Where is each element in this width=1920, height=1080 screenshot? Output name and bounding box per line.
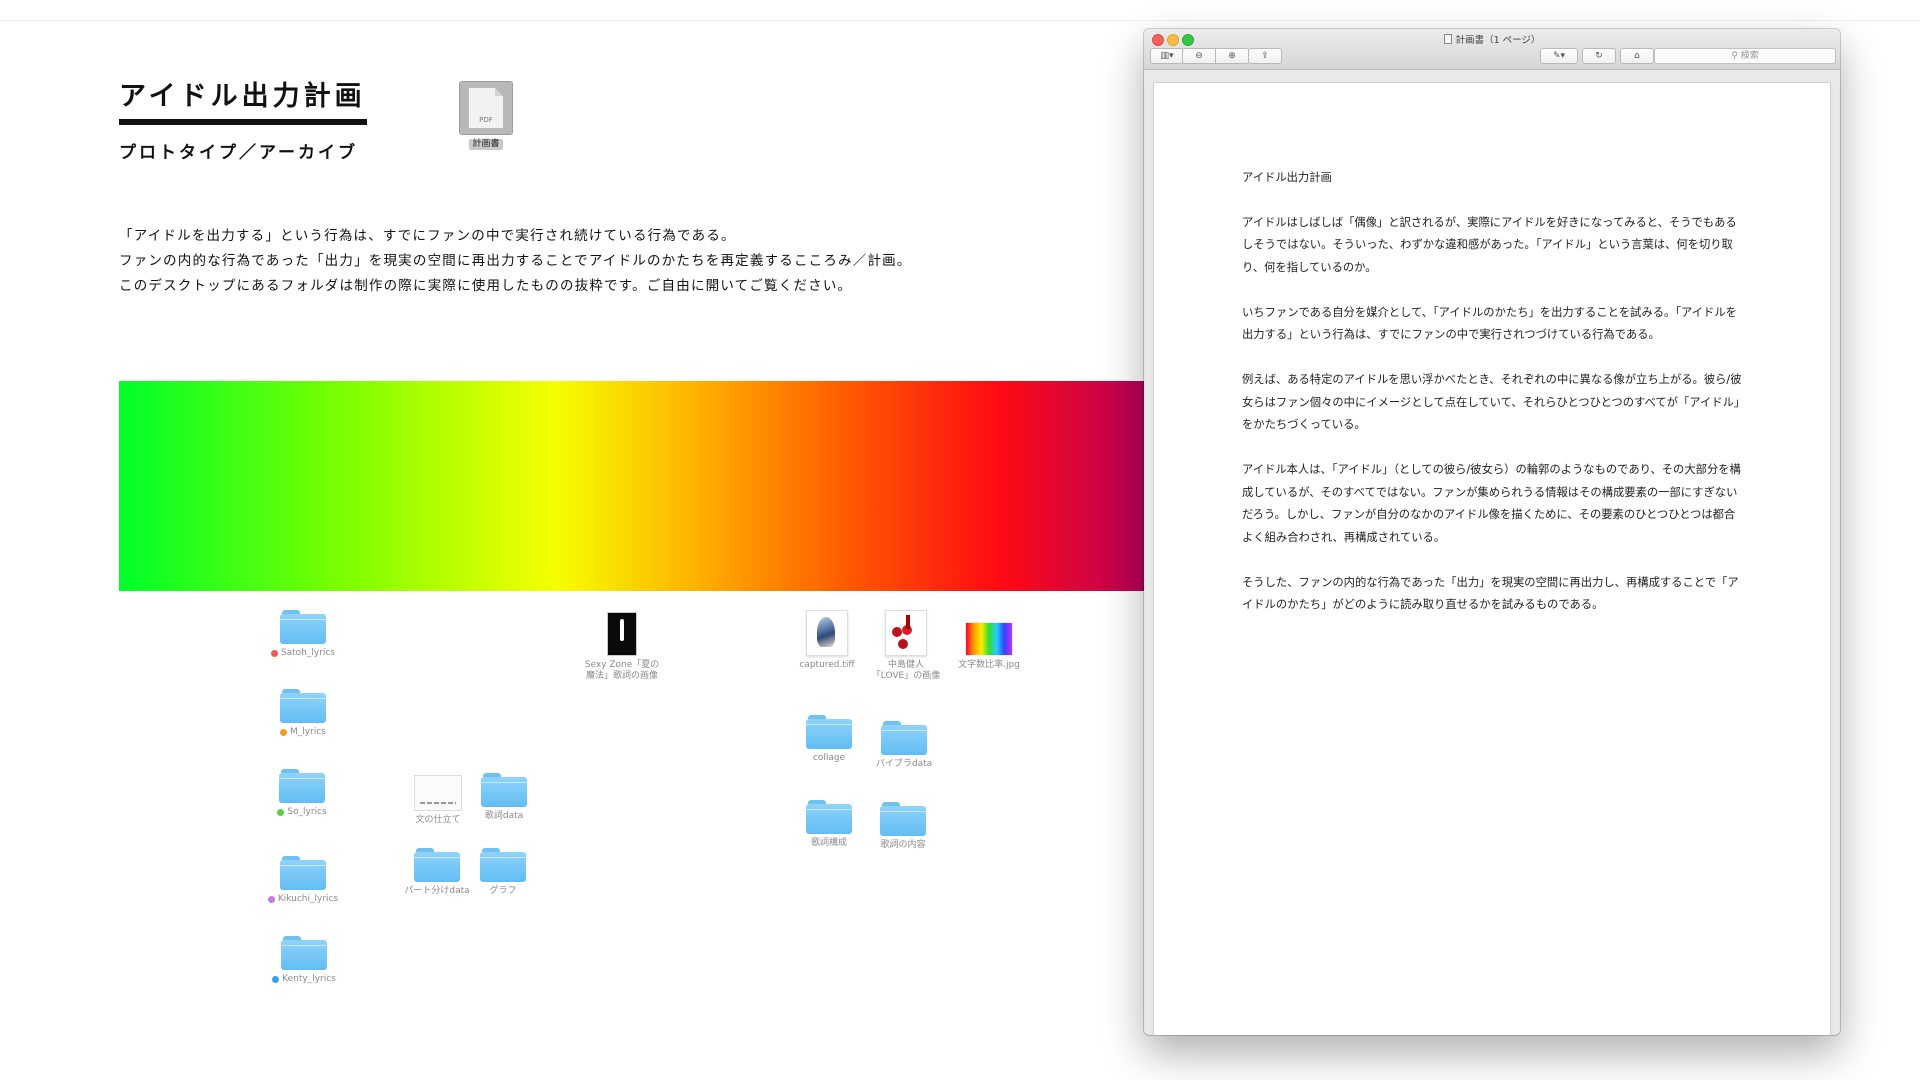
folder-label: collage — [812, 753, 846, 763]
file-label: 中島健人 「LOVE」の画像 — [871, 660, 941, 681]
search-icon: ⚲ — [1731, 51, 1741, 61]
folder-lyrics-content[interactable]: 歌詞の内容 — [855, 802, 951, 851]
folder-label: Kikuchi_lyrics — [277, 894, 339, 904]
folder-icon — [880, 802, 926, 836]
pdf-page[interactable]: アイドル出力計画 アイドルはしばしば「偶像」と訳されるが、実際にアイドルを好きに… — [1154, 83, 1830, 1035]
pdf-document-icon: PDF — [459, 81, 513, 135]
document-paragraph: そうした、ファンの内的な行為であった「出力」を現実の空間に再出力し、再構成するこ… — [1242, 575, 1739, 612]
document-paragraph: アイドル本人は、「アイドル」（としての彼ら/彼女ら）の輪郭のようなものであり、そ… — [1242, 463, 1741, 544]
toolbox-button[interactable]: ⌂ — [1620, 48, 1654, 64]
sidebar-toggle-button[interactable]: ▥▾ — [1150, 48, 1184, 64]
intro-text: 「アイドルを出力する」という行為は、すでにファンの中で実行され続けている行為であ… — [119, 224, 912, 299]
folder-m-lyrics[interactable]: M_lyrics — [255, 689, 351, 738]
folder-lyrics-data[interactable]: 歌詞data — [456, 773, 552, 822]
search-input[interactable]: ⚲ 検索 — [1654, 48, 1836, 64]
folder-icon — [806, 715, 852, 749]
document-paragraph: 例えば、ある特定のアイドルを思い浮かべたとき、それぞれの中に異なる像が立ち上がる… — [1242, 373, 1742, 431]
folder-so-lyrics[interactable]: So_lyrics — [254, 769, 350, 818]
pdf-file-icon[interactable]: PDF 計画書 — [438, 81, 534, 150]
share-icon: ⇪ — [1261, 51, 1269, 61]
folder-icon — [280, 689, 326, 723]
folder-icon — [480, 848, 526, 882]
file-label: Sexy Zone「夏の 魔法」歌詞の画像 — [584, 660, 660, 681]
folder-icon — [481, 773, 527, 807]
pdf-page-content: アイドル出力計画 アイドルはしばしば「偶像」と訳されるが、実際にアイドルを好きに… — [1242, 167, 1742, 639]
folder-kikuchi-lyrics[interactable]: Kikuchi_lyrics — [255, 856, 351, 905]
folder-kenty-lyrics[interactable]: Kenty_lyrics — [256, 936, 352, 985]
folder-icon — [280, 856, 326, 890]
intro-line: このデスクトップにあるフォルダは制作の際に実際に使用したものの抜粋です。ご自由に… — [119, 278, 853, 294]
folder-satoh-lyrics[interactable]: Satoh_lyrics — [255, 610, 351, 659]
title-underline — [119, 119, 367, 125]
rainbow-image-icon — [965, 622, 1013, 656]
intro-line: 「アイドルを出力する」という行為は、すでにファンの中で実行され続けている行為であ… — [119, 228, 736, 244]
page-title: アイドル出力計画 — [119, 81, 366, 112]
photo-icon — [806, 610, 848, 656]
tag-dot — [272, 976, 280, 983]
rotate-button[interactable]: ↻ — [1582, 48, 1616, 64]
folder-icon — [279, 769, 325, 803]
love-image-file[interactable]: 中島健人 「LOVE」の画像 — [858, 610, 954, 682]
markup-icon: ✎▾ — [1552, 51, 1566, 61]
folder-icon — [806, 800, 852, 834]
photo-icon — [607, 612, 637, 656]
gradient-band — [119, 381, 1156, 591]
zoom-in-button[interactable]: ⊕ — [1216, 48, 1249, 64]
tag-dot — [280, 729, 288, 736]
folder-pipeline-data[interactable]: パイプラdata — [856, 721, 952, 770]
folder-label: 歌詞構成 — [810, 838, 847, 848]
rainbow-jpg-file[interactable]: 文字数比率.jpg — [941, 622, 1037, 671]
document-paragraph: いちファンである自分を媒介として、「アイドルのかたち」を出力することを試みる。「… — [1242, 305, 1737, 342]
pdf-badge: PDF — [479, 116, 493, 124]
tag-dot — [267, 896, 275, 903]
folder-icon — [414, 848, 460, 882]
preview-window: 計画書（1 ページ） ▥▾ ⊖ ⊕ ⇪ ✎▾ ↻ ⌂ ⚲ 検索 アイドル出力計画… — [1144, 29, 1840, 1035]
file-label: 文の仕立て — [415, 815, 461, 825]
toolbox-icon: ⌂ — [1634, 51, 1640, 61]
intro-line: ファンの内的な行為であった「出力」を現実の空間に再出力することでアイドルのかたち… — [119, 253, 912, 269]
zoom-out-button[interactable]: ⊖ — [1182, 48, 1216, 64]
rotate-icon: ↻ — [1595, 51, 1603, 61]
document-paragraph: アイドルはしばしば「偶像」と訳されるが、実際にアイドルを好きになってみると、そう… — [1242, 215, 1737, 274]
file-label: 文字数比率.jpg — [958, 660, 1020, 670]
document-title: アイドル出力計画 — [1242, 171, 1332, 184]
photo-icon — [885, 610, 927, 656]
folder-label: 歌詞data — [484, 811, 524, 821]
tag-dot — [270, 650, 278, 657]
folder-graph[interactable]: グラフ — [455, 848, 551, 897]
sidebar-icon: ▥▾ — [1160, 51, 1174, 61]
share-button[interactable]: ⇪ — [1248, 48, 1282, 64]
title-bar[interactable]: 計画書（1 ページ） ▥▾ ⊖ ⊕ ⇪ ✎▾ ↻ ⌂ ⚲ 検索 — [1144, 29, 1840, 70]
window-title: 計画書（1 ページ） — [1144, 32, 1840, 46]
text-document-icon — [414, 775, 462, 811]
lyrics-image-file[interactable]: Sexy Zone「夏の 魔法」歌詞の画像 — [574, 612, 670, 682]
folder-label: So_lyrics — [287, 807, 327, 817]
folder-icon — [280, 610, 326, 644]
folder-label: M_lyrics — [290, 727, 326, 737]
folder-label: Satoh_lyrics — [280, 648, 336, 658]
markup-button[interactable]: ✎▾ — [1540, 48, 1578, 64]
zoom-out-icon: ⊖ — [1195, 51, 1203, 61]
folder-icon — [281, 936, 327, 970]
pdf-file-label: 計画書 — [469, 139, 503, 150]
top-divider — [0, 20, 1920, 21]
window-title-text: 計画書（1 ページ） — [1455, 35, 1541, 46]
folder-label: Kenty_lyrics — [282, 974, 336, 984]
document-icon — [1443, 34, 1452, 44]
search-placeholder: 検索 — [1740, 51, 1759, 61]
tag-dot — [277, 809, 285, 816]
file-label: captured.tiff — [799, 660, 855, 670]
folder-label: 歌詞の内容 — [880, 840, 926, 850]
folder-label: パイプラdata — [875, 759, 933, 769]
folder-label: グラフ — [489, 886, 517, 896]
zoom-in-icon: ⊕ — [1228, 51, 1236, 61]
page-subtitle: プロトタイプ／アーカイブ — [119, 143, 358, 163]
folder-icon — [881, 721, 927, 755]
